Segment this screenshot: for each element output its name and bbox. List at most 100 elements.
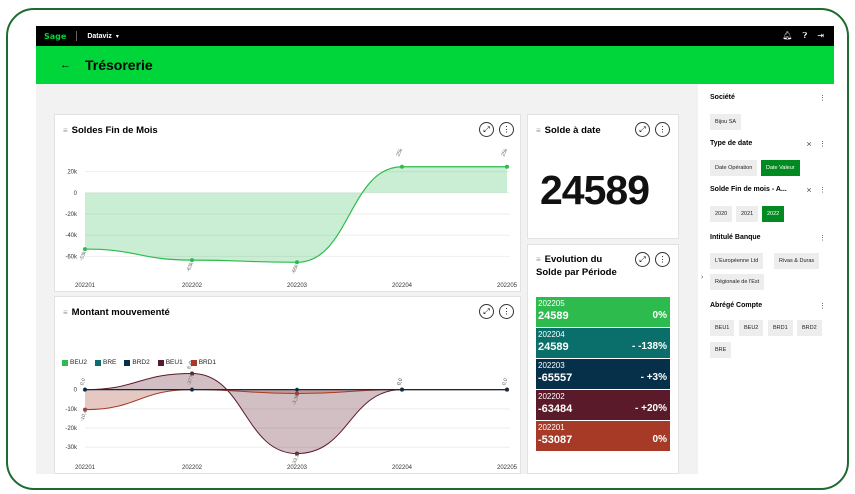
x-tick-label: 202204 [392,465,413,471]
bell-icon[interactable]: 🔔︎ [782,31,792,41]
legend-item[interactable]: BRD2 [124,359,150,366]
x-tick-label: 202205 [497,283,518,289]
legend-label: BRD2 [132,359,150,366]
legend-item[interactable]: BEU1 [157,359,183,366]
chip-societe[interactable]: Bijou SA [710,114,742,130]
y-tick-label: -20k [65,426,78,432]
expand-icon[interactable]: ⤢ [479,122,494,137]
drag-handle-icon[interactable]: ≡ [63,308,68,317]
data-label: 0,0 [396,377,404,386]
data-label: 0,0 [79,377,87,386]
series-area [85,373,507,454]
y-tick-label: -40k [65,233,78,239]
more-options-icon[interactable]: ⋮ [499,122,514,137]
chip-2021[interactable]: 2021 [736,206,759,222]
more-options-icon[interactable]: ⋮ [499,304,514,319]
data-point [190,387,194,392]
chevron-right-icon[interactable]: › [701,274,703,281]
period-value: -53087 [538,434,573,446]
clear-filter-icon[interactable]: ⨯ [806,140,812,148]
legend-item[interactable]: BRD1 [190,359,216,366]
more-options-icon[interactable]: ⋮ [819,302,826,310]
data-point [400,164,404,169]
period-row[interactable]: 202202 -63484 - +20% [536,390,670,420]
more-options-icon[interactable]: ⋮ [819,234,826,242]
more-options-icon[interactable]: ⋮ [819,94,826,102]
chip-beu1[interactable]: BEU1 [710,320,735,336]
chip-date-operation[interactable]: Date Opération [710,160,758,176]
data-point [295,387,299,392]
legend-label: BEU1 [165,359,183,366]
help-icon[interactable]: ❓︎ [802,31,807,41]
chip-brd2[interactable]: BRD2 [797,320,822,336]
drag-handle-icon[interactable]: ≡ [536,255,541,264]
more-options-icon[interactable]: ⋮ [655,252,670,267]
period-value: -65557 [538,372,573,384]
period-change: 0% [652,434,667,445]
page-header: ← Trésorerie [36,46,834,84]
data-label: -10,4k [79,407,90,423]
chip-regionale[interactable]: Régionale de l'Est [710,274,765,290]
more-options-icon[interactable]: ⋮ [819,140,826,148]
chip-rivas-duras[interactable]: Rivas & Duras [774,253,820,269]
y-tick-label: -30k [65,445,78,451]
period-change: - +3% [640,372,667,383]
chip-2020[interactable]: 2020 [710,206,733,222]
legend-item[interactable]: BRE [94,359,116,366]
period-label: 202203 [538,361,565,370]
chip-brd1[interactable]: BRD1 [768,320,793,336]
app-switcher[interactable]: Dataviz [87,33,112,40]
card-title: ≡ Montant mouvementé [63,307,170,318]
chip-2022[interactable]: 2022 [762,206,785,222]
filter-label-abrege: Abrégé Compte [710,302,763,309]
drag-handle-icon[interactable]: ≡ [63,126,68,135]
y-tick-label: 0 [74,191,78,197]
legend-swatch [124,359,131,366]
period-row[interactable]: 202204 24589 - -138% [536,328,670,358]
period-row[interactable]: 202205 24589 0% [536,297,670,327]
period-row[interactable]: 202201 -53087 0% [536,421,670,451]
montant-chart: 0-10k-20k-30k0,08,4k-33,3k0,00,0-10,4k-3… [65,359,517,471]
x-tick-label: 202202 [182,283,203,289]
card-title-text: Montant mouvementé [71,307,170,318]
chip-bre[interactable]: BRE [710,342,732,358]
drag-handle-icon[interactable]: ≡ [536,126,541,135]
chevron-down-icon[interactable]: ▾ [116,33,119,40]
legend-swatch [190,359,197,366]
montant-mouvemente-card: ≡ Montant mouvementé ⤢ ⋮ 0 -10k -20k -30k 0,0… [54,296,521,474]
top-bar: Sage Dataviz ▾ 🔔︎ ❓︎ ⇥ [36,26,834,46]
expand-icon[interactable]: ⤢ [635,122,650,137]
more-options-icon[interactable]: ⋮ [819,186,826,194]
x-tick-label: 202204 [392,283,413,289]
y-tick-label: -10k [65,407,78,413]
chip-europeenne[interactable]: L'Européenne Ltd [710,253,764,269]
expand-icon[interactable]: ⤢ [479,304,494,319]
data-label: -66k [290,263,300,275]
x-tick-label: 202201 [75,465,96,471]
card-title: ≡ Evolution du Solde par Période [536,253,617,279]
data-point [83,247,87,252]
legend-label: BEU2 [70,359,87,366]
filter-sidebar: Société ⋮ Bijou SA Type de date ⨯ ⋮ Date… [698,84,834,474]
filter-label-societe: Société [710,94,735,101]
screenshot-frame: Sage Dataviz ▾ 🔔︎ ❓︎ ⇥ ← Trésorerie ≡ Sol… [0,0,855,494]
period-label: 202202 [538,392,565,401]
period-label: 202201 [538,423,565,432]
period-label: 202204 [538,330,565,339]
data-point [505,164,509,169]
series-area [85,166,507,263]
x-tick-label: 202201 [75,283,96,289]
clear-filter-icon[interactable]: ⨯ [806,186,812,194]
chip-date-valeur[interactable]: Date Valeur [761,160,800,176]
back-arrow-icon[interactable]: ← [60,59,71,71]
x-tick-label: 202202 [182,465,203,471]
period-change: 0% [652,310,667,321]
legend-swatch [62,359,68,366]
legend-item[interactable]: BEU2 [62,359,87,366]
expand-icon[interactable]: ⤢ [635,252,650,267]
chip-beu2[interactable]: BEU2 [739,320,764,336]
card-title: ≡ Solde à date [536,125,601,136]
more-options-icon[interactable]: ⋮ [655,122,670,137]
logout-icon[interactable]: ⇥ [817,31,824,41]
period-row[interactable]: 202203 -65557 - +3% [536,359,670,389]
